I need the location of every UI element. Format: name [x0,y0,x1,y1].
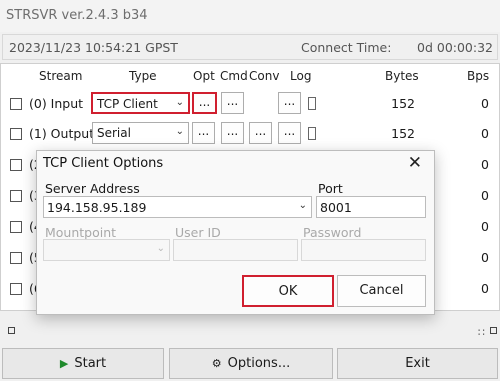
row-label: (0) Input [29,96,84,111]
type-select[interactable]: TCP Client ⌄ [91,92,190,114]
row-checkbox[interactable] [10,190,22,202]
cmd-button[interactable]: ... [221,122,244,144]
row-checkbox[interactable] [10,159,22,171]
tcp-client-options-dialog: TCP Client Options ✕ Server Address 194.… [36,150,435,315]
ok-button[interactable]: OK [242,275,334,307]
timestamp: 2023/11/23 10:54:21 GPST [9,40,178,55]
exit-button[interactable]: Exit [337,348,498,379]
table-row: (1) Output Serial ⌄ ... ... ... ... 152 … [1,119,500,149]
opt-button[interactable]: ... [192,92,217,114]
header-bytes: Bytes [385,69,419,83]
row-checkbox[interactable] [10,98,22,110]
bytes-value: 152 [391,126,415,141]
port-input[interactable]: 8001 [316,196,426,218]
log-button[interactable]: ... [278,122,301,144]
window-title: STRSVR ver.2.4.3 b34 [0,0,500,32]
log-indicator [308,97,316,110]
header-log: Log [290,69,312,83]
row-checkbox[interactable] [10,128,22,140]
bps-value: 0 [481,250,489,265]
opt-button[interactable]: ... [192,122,215,144]
conv-button[interactable]: ... [249,122,272,144]
row-label: (1) Output [29,126,95,141]
bps-value: 0 [481,281,489,296]
start-label: Start [74,356,107,371]
type-value: TCP Client [97,97,158,111]
header-type: Type [129,69,157,83]
connect-time-value: 0d 00:00:32 [417,40,494,55]
bps-value: 0 [481,188,489,203]
row-checkbox[interactable] [10,283,22,295]
mountpoint-label: Mountpoint [45,225,117,240]
mountpoint-select[interactable]: ⌄ [43,239,170,261]
chevron-down-icon: ⌄ [156,243,165,254]
password-input[interactable] [301,239,426,261]
bps-value: 0 [481,126,489,141]
type-value: Serial [97,126,131,140]
chevron-down-icon[interactable]: ⌄ [299,200,307,211]
type-select[interactable]: Serial ⌄ [92,122,189,144]
password-label: Password [303,225,362,240]
server-address-input[interactable]: 194.158.95.189 ⌄ [43,196,312,218]
log-indicator [308,127,316,140]
server-address-label: Server Address [45,181,140,196]
userid-input[interactable] [173,239,298,261]
bps-value: 0 [481,219,489,234]
grid-icon[interactable]: ∷ [478,326,485,339]
log-button[interactable]: ... [278,92,301,114]
connect-time-label: Connect Time: [301,40,392,55]
status-bar: ∷ [0,322,500,342]
port-label: Port [318,181,343,196]
cancel-button[interactable]: Cancel [337,275,426,307]
header-bps: Bps [467,69,490,83]
header-opt: Opt [193,69,215,83]
exit-label: Exit [405,356,430,371]
bps-value: 0 [481,96,489,111]
status-panel: 2023/11/23 10:54:21 GPST Connect Time: 0… [2,34,498,60]
gear-icon: ⚙ [211,357,222,370]
indicator-icon [8,327,15,334]
row-checkbox[interactable] [10,221,22,233]
dialog-title: TCP Client Options [43,156,164,171]
header-conv: Conv [249,69,280,83]
port-value: 8001 [320,200,352,215]
row-checkbox[interactable] [10,252,22,264]
close-icon[interactable]: ✕ [408,153,422,173]
start-button[interactable]: ▶ Start [2,348,164,379]
server-address-value: 194.158.95.189 [47,200,147,215]
options-button[interactable]: ⚙ Options... [169,348,333,379]
userid-label: User ID [175,225,221,240]
header-cmd: Cmd [220,69,248,83]
indicator-icon [490,327,497,334]
bytes-value: 152 [391,96,415,111]
chevron-down-icon: ⌄ [175,126,184,137]
chevron-down-icon: ⌄ [175,97,184,108]
play-icon: ▶ [59,357,69,370]
bps-value: 0 [481,157,489,172]
options-label: Options... [227,356,291,371]
cmd-button[interactable]: ... [221,92,244,114]
table-row: (0) Input TCP Client ⌄ ... ... ... 152 0 [1,89,500,119]
header-stream: Stream [39,69,83,83]
